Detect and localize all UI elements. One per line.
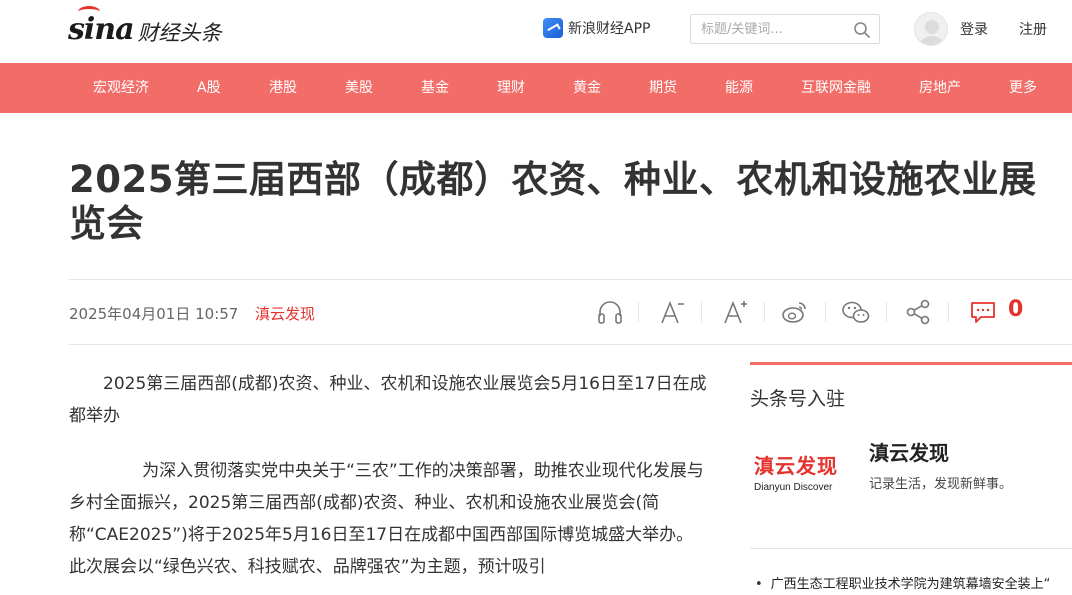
nav-item-us-stocks[interactable]: 美股 [345,63,373,113]
article-title: 2025第三届西部（成都）农资、种业、农机和设施农业展览会 [69,158,1037,245]
toolbar-separator [886,302,887,322]
nav-item-hk-stocks[interactable]: 港股 [269,63,297,113]
account-logo-main-text: 滇云发现 [754,454,838,478]
app-icon [543,18,563,38]
search-icon[interactable] [853,21,871,39]
sina-logo-mark: sina [68,6,135,47]
comment-button[interactable] [967,296,999,328]
sidebar-accent-bar [750,362,1072,365]
account-logo-sub-text: Dianyun Discover [754,482,833,493]
account-logo[interactable]: 滇云发现 Dianyun Discover [754,450,838,493]
title-divider [69,279,1072,280]
nav-item-futures[interactable]: 期货 [649,63,677,113]
font-decrease-button[interactable] [656,296,688,328]
sidebar-news-item[interactable]: 广西生态工程职业技术学院为建筑幕墙安全装上“ [755,573,1072,592]
article-source-link[interactable]: 滇云发现 [255,303,315,324]
search-box [690,14,880,44]
comment-count[interactable]: 0 [1008,297,1023,322]
share-button[interactable] [902,296,934,328]
nav-item-more[interactable]: 更多 [1009,63,1037,113]
weibo-icon [782,302,806,323]
comment-icon [971,302,995,323]
toolbar-separator [638,302,639,322]
meta-divider [69,344,1072,345]
app-link-label: 新浪财经APP [568,21,651,37]
toolbar-separator [701,302,702,322]
account-description: 记录生活，发现新鲜事。 [869,477,1013,492]
font-decrease-icon [661,300,684,324]
sina-finance-app-link[interactable]: 新浪财经APP [543,18,650,38]
font-increase-button[interactable] [719,296,751,328]
login-link[interactable]: 登录 [960,19,988,39]
toolbar-separator [764,302,765,322]
search-input[interactable] [691,15,841,43]
sidebar-divider [750,548,1072,549]
nav-item-real-estate[interactable]: 房地产 [919,63,961,113]
wechat-icon [842,301,870,323]
nav-item-wealth[interactable]: 理财 [497,63,525,113]
article-paragraph: 2025第三届西部(成都)农资、种业、农机和设施农业展览会5月16日至17日在成… [69,374,707,426]
user-avatar[interactable] [914,12,948,46]
sina-eye-icon [78,6,100,18]
top-header: sina 财经头条 新浪财经APP 登录 注册 [0,0,1072,63]
nav-item-gold[interactable]: 黄金 [573,63,601,113]
nav-item-internet-finance[interactable]: 互联网金融 [801,63,871,113]
nav-item-a-shares[interactable]: A股 [197,63,221,113]
channel-nav: 宏观经济 A股 港股 美股 基金 理财 黄金 期货 能源 互联网金融 房地产 更… [0,63,1072,113]
share-icon [906,299,930,325]
toolbar-separator [948,302,949,322]
headphones-icon [598,301,622,324]
nav-item-macro[interactable]: 宏观经济 [93,63,149,113]
sidebar-section-title: 头条号入驻 [750,388,846,410]
site-logo[interactable]: sina 财经头条 [68,6,222,47]
nav-item-energy[interactable]: 能源 [725,63,753,113]
listen-button[interactable] [594,296,626,328]
logo-channel-text: 财经头条 [137,20,222,45]
nav-item-funds[interactable]: 基金 [421,63,449,113]
font-increase-icon [724,300,747,324]
avatar-placeholder-icon [920,20,944,45]
register-link[interactable]: 注册 [1019,19,1047,39]
article-paragraph: 为深入贯彻落实党中央关于“三农”工作的决策部署，助推农业现代化发展与乡村全面振兴… [69,461,704,577]
article-date: 2025年04月01日 10:57 [69,305,239,323]
toolbar-separator [825,302,826,322]
share-weibo-button[interactable] [779,296,811,328]
account-name-link[interactable]: 滇云发现 [869,437,949,466]
share-wechat-button[interactable] [840,296,872,328]
